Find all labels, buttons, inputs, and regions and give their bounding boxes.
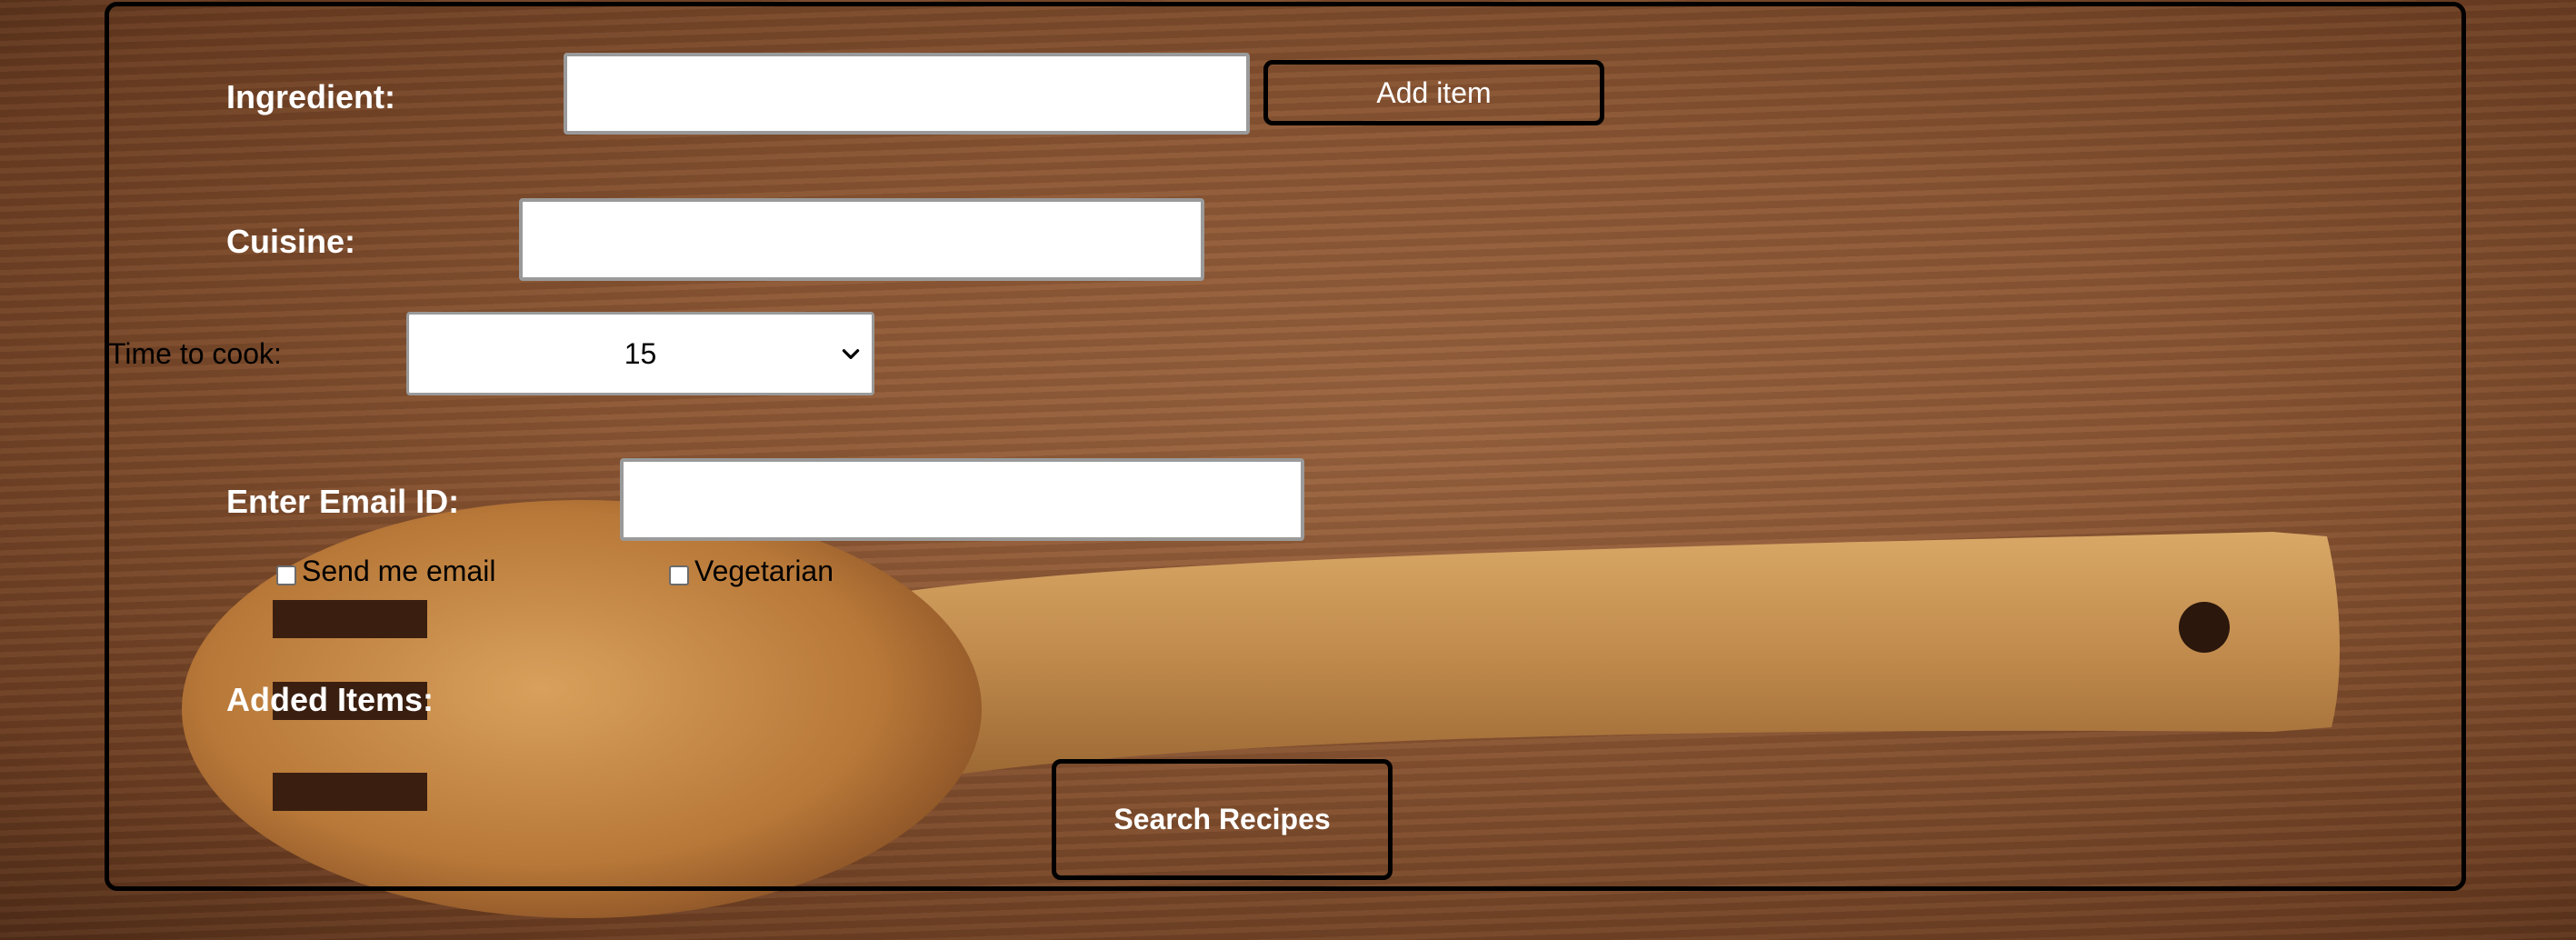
time-to-cook-label: Time to cook:	[108, 337, 282, 370]
send-email-label: Send me email	[302, 555, 496, 587]
ingredient-label: Ingredient:	[226, 78, 395, 115]
search-recipes-button-label: Search Recipes	[1113, 803, 1331, 835]
vegetarian-checkbox[interactable]	[669, 565, 689, 585]
recipe-search-form-panel	[105, 2, 2466, 891]
send-email-option[interactable]: Send me email	[276, 555, 495, 588]
vegetarian-option[interactable]: Vegetarian	[669, 555, 834, 588]
added-items-label: Added Items:	[226, 681, 434, 718]
chevron-down-icon	[842, 349, 860, 359]
add-item-button-label: Add item	[1376, 75, 1492, 109]
add-item-button[interactable]: Add item	[1263, 60, 1604, 125]
time-to-cook-selected-value: 15	[624, 336, 657, 370]
vegetarian-label: Vegetarian	[694, 555, 834, 587]
cuisine-label: Cuisine:	[226, 223, 356, 260]
search-recipes-button[interactable]: Search Recipes	[1052, 759, 1393, 880]
email-label: Enter Email ID:	[226, 483, 460, 520]
time-to-cook-select[interactable]: 15	[406, 312, 874, 395]
send-email-checkbox[interactable]	[276, 565, 296, 585]
ingredient-input[interactable]	[564, 53, 1250, 135]
email-input[interactable]	[620, 458, 1304, 541]
cuisine-input[interactable]	[519, 198, 1204, 281]
